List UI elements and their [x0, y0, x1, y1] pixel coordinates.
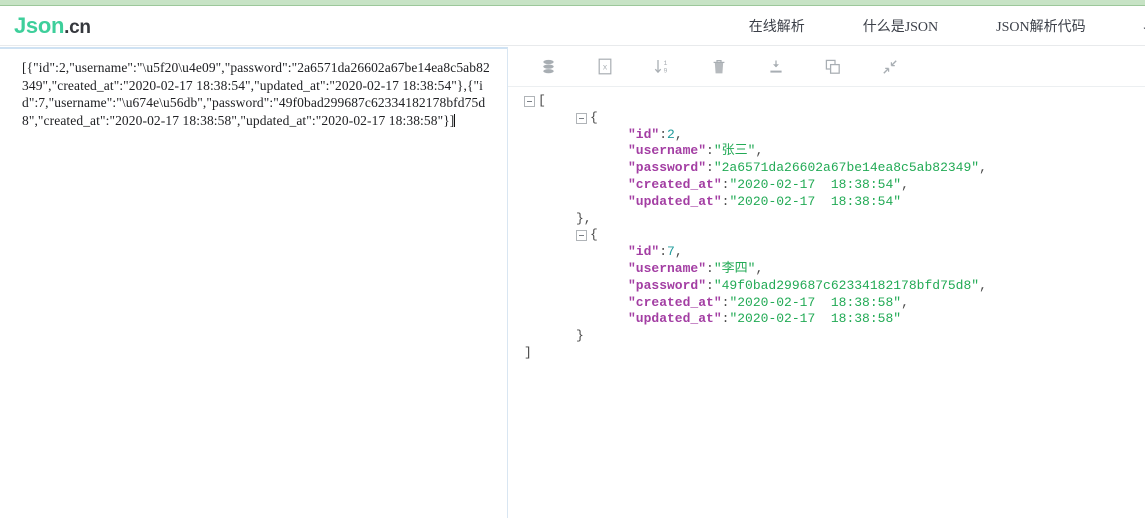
formatted-json-pane: x19 [{"id":2, "username": "张三", "password":… — [508, 47, 1145, 518]
json-token-punc: , — [979, 160, 987, 176]
json-line: [ — [524, 93, 1145, 110]
json-token-punc: }, — [576, 210, 592, 226]
json-token-str: "49f0bad299687c62334182178bfd75d8" — [713, 277, 980, 293]
json-token-punc: ] — [524, 344, 532, 360]
json-token-str: "2a6571da26602a67be14ea8c5ab82349" — [713, 160, 980, 176]
json-line: "created_at": "2020-02-17 18:38:54", — [524, 177, 1145, 194]
json-token-key: "password" — [628, 160, 707, 176]
copy-icon[interactable] — [819, 53, 847, 81]
json-token-punc: : — [706, 160, 714, 176]
json-line: "id":2, — [524, 127, 1145, 144]
json-token-punc: , — [674, 244, 683, 260]
json-token-punc: : — [659, 244, 668, 260]
json-token-key: "updated_at" — [628, 311, 722, 327]
logo-tld-text: .cn — [64, 17, 91, 38]
workspace: [{"id":2,"username":"\u5f20\u4e09","pass… — [0, 47, 1145, 518]
json-token-punc: : — [721, 311, 730, 327]
xml-file-icon[interactable]: x — [591, 53, 619, 81]
json-token-punc: [ — [538, 93, 546, 108]
json-line: }, — [524, 211, 1145, 228]
database-icon[interactable] — [534, 53, 562, 81]
json-token-punc: , — [755, 260, 764, 276]
json-token-num: 7 — [667, 244, 675, 260]
svg-text:1: 1 — [664, 60, 668, 67]
json-token-str: "2020-02-17 18:38:54" — [729, 193, 902, 209]
json-token-key: "created_at" — [628, 294, 722, 310]
raw-json-pane: [{"id":2,"username":"\u5f20\u4e09","pass… — [0, 47, 508, 518]
json-token-punc: , — [979, 277, 987, 293]
json-line: ] — [524, 345, 1145, 362]
json-line: "password": "49f0bad299687c62334182178bfd… — [524, 278, 1145, 295]
json-token-key: "username" — [628, 143, 707, 159]
json-token-punc: , — [901, 294, 909, 310]
json-token-punc: , — [674, 126, 683, 142]
json-token-str: "2020-02-17 18:38:54" — [729, 176, 902, 192]
json-token-str: "李四" — [713, 260, 756, 276]
raw-json-value: [{"id":2,"username":"\u5f20\u4e09","pass… — [22, 60, 490, 128]
main-nav: 在线解析什么是JSONJSON解析代码JSO — [691, 6, 1145, 46]
json-token-punc: : — [706, 277, 714, 293]
viewer-toolbar: x 19 — [508, 47, 1145, 87]
logo-main-text: Json — [14, 13, 65, 38]
json-token-punc: : — [721, 294, 730, 310]
site-header: Json.cn 在线解析什么是JSONJSON解析代码JSO — [0, 6, 1145, 46]
text-caret — [454, 113, 456, 127]
json-token-key: "updated_at" — [628, 193, 722, 209]
json-token-str: "2020-02-17 18:38:58" — [729, 294, 902, 310]
json-token-key: "password" — [628, 277, 707, 293]
json-token-key: "created_at" — [628, 176, 722, 192]
json-token-key: "id" — [628, 126, 660, 142]
nav-item-label: 在线解析 — [748, 20, 805, 35]
json-token-punc: , — [901, 176, 909, 192]
json-line: "password": "2a6571da26602a67be14ea8c5ab8… — [524, 160, 1145, 177]
raw-json-editor[interactable]: [{"id":2,"username":"\u5f20\u4e09","pass… — [0, 49, 507, 518]
json-token-punc: , — [755, 143, 764, 159]
raw-json-text[interactable]: [{"id":2,"username":"\u5f20\u4e09","pass… — [22, 59, 495, 129]
trash-icon[interactable] — [705, 53, 733, 81]
json-token-punc: : — [706, 143, 714, 159]
fold-toggle-icon[interactable] — [576, 230, 587, 242]
fold-toggle-icon[interactable] — [524, 96, 535, 107]
json-line: "updated_at": "2020-02-17 18:38:54" — [524, 194, 1145, 211]
json-token-punc: : — [721, 176, 730, 192]
json-token-punc: : — [721, 193, 730, 209]
json-line: "id":7, — [524, 244, 1145, 261]
nav-json-parse-code[interactable]: JSON解析代码 — [996, 16, 1085, 36]
json-line: "updated_at": "2020-02-17 18:38:58" — [524, 311, 1145, 328]
nav-item-label: JSON解析代码 — [996, 20, 1086, 35]
json-line: "created_at": "2020-02-17 18:38:58", — [524, 295, 1145, 312]
json-token-punc: : — [706, 260, 714, 276]
json-line: "username": "张三", — [524, 143, 1145, 160]
fold-toggle-icon[interactable] — [576, 112, 587, 124]
json-line: { — [524, 110, 1145, 127]
nav-online-parse[interactable]: 在线解析 — [749, 16, 805, 36]
json-tree-viewer[interactable]: [{"id":2, "username": "张三", "password": "2a6… — [508, 87, 1145, 517]
sort-icon[interactable]: 19 — [648, 53, 676, 81]
json-token-num: 2 — [667, 126, 675, 142]
json-token-punc: { — [590, 109, 598, 125]
download-icon[interactable] — [762, 53, 790, 81]
collapse-icon[interactable] — [876, 53, 904, 81]
json-token-punc: } — [576, 328, 584, 344]
json-line: } — [524, 328, 1145, 345]
json-token-key: "username" — [628, 260, 707, 276]
nav-item-label: 什么是JSON — [862, 20, 939, 35]
nav-what-is-json[interactable]: 什么是JSON — [863, 16, 938, 36]
json-line: "username": "李四", — [524, 261, 1145, 278]
json-token-str: "张三" — [713, 143, 756, 159]
site-logo[interactable]: Json.cn — [14, 13, 91, 39]
svg-text:x: x — [603, 64, 608, 73]
json-token-punc: : — [659, 126, 668, 142]
page-root: Json.cn 在线解析什么是JSONJSON解析代码JSO [{"id":2,… — [0, 0, 1145, 518]
json-token-str: "2020-02-17 18:38:58" — [729, 311, 902, 327]
json-token-key: "id" — [628, 244, 660, 260]
svg-text:9: 9 — [664, 68, 668, 75]
json-token-punc: { — [590, 227, 598, 243]
json-line: { — [524, 227, 1145, 244]
